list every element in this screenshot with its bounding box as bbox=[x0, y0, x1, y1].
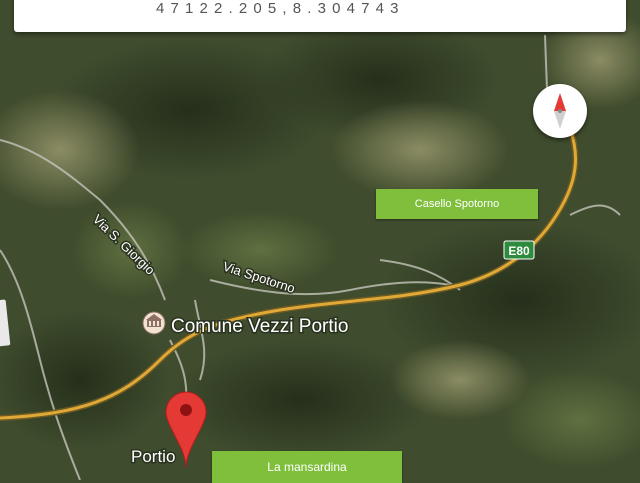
coordinates-text: 4 7 1 2 2 . 2 0 5 , 8 . 3 0 4 7 4 3 bbox=[156, 0, 400, 17]
compass-icon bbox=[554, 93, 566, 129]
la-mansardina-button[interactable]: La mansardina bbox=[212, 451, 402, 483]
poi-label-comune[interactable]: Comune Vezzi Portio bbox=[170, 315, 350, 339]
town-hall-icon[interactable] bbox=[142, 311, 166, 335]
compass-button[interactable] bbox=[533, 84, 587, 138]
casello-spotorno-button[interactable]: Casello Spotorno bbox=[376, 189, 538, 219]
highway-shield-label: E80 bbox=[508, 244, 530, 258]
search-bar[interactable]: 4 7 1 2 2 . 2 0 5 , 8 . 3 0 4 7 4 3 bbox=[14, 0, 626, 32]
place-label-portio: Portio bbox=[131, 447, 175, 466]
highway-shield: E80 bbox=[503, 240, 535, 260]
map-canvas[interactable]: E80 Via S. Giorgio Via Spotorno Comune V… bbox=[0, 0, 640, 480]
